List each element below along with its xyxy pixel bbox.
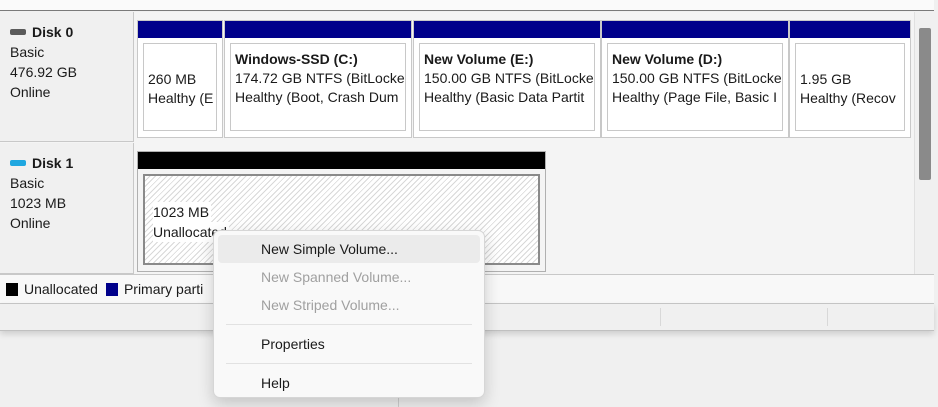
disk-1-status: Online	[10, 215, 51, 231]
volume-c[interactable]: Windows-SSD (C:) 174.72 GB NTFS (BitLock…	[224, 20, 412, 138]
status-divider	[827, 308, 828, 326]
disk-1-type: Basic	[10, 175, 45, 191]
disk-0-name: Disk 0	[10, 22, 133, 42]
status-divider	[660, 308, 661, 326]
disk-0-status: Online	[10, 84, 51, 100]
volume-efi[interactable]: 260 MB Healthy (E	[137, 20, 223, 138]
menu-separator	[226, 324, 472, 325]
menu-separator	[226, 363, 472, 364]
unallocated-bar	[138, 152, 545, 169]
volume-title: New Volume (D:)	[612, 51, 723, 67]
volume-size: 174.72 GB NTFS (BitLocke	[235, 70, 405, 86]
volume-status: Healthy (Page File, Basic I	[612, 89, 777, 105]
menu-item-new-striped-volume: New Striped Volume...	[261, 297, 400, 313]
menu-item-new-simple-volume[interactable]: New Simple Volume...	[218, 235, 480, 263]
volume-size: 150.00 GB NTFS (BitLocke	[424, 70, 594, 86]
disk-1-name: Disk 1	[10, 153, 133, 173]
volume-status: Healthy (Recov	[800, 90, 896, 106]
legend-primary: Primary parti	[123, 281, 204, 297]
disk-0-label[interactable]: Disk 0 Basic 476.92 GB Online	[0, 12, 134, 142]
list-pane-bottom-edge	[0, 0, 934, 11]
context-menu: New Simple Volume... New Spanned Volume.…	[213, 230, 485, 398]
menu-item-properties[interactable]: Properties	[218, 330, 480, 358]
primary-partition-bar	[790, 21, 910, 38]
volume-d[interactable]: New Volume (D:) 150.00 GB NTFS (BitLocke…	[601, 20, 789, 138]
volume-status: Healthy (E	[148, 90, 214, 106]
volume-size: 260 MB	[148, 71, 197, 87]
primary-partition-bar	[138, 21, 222, 38]
volume-size: 1.95 GB	[800, 71, 852, 87]
disk-1-size: 1023 MB	[10, 195, 67, 211]
drive-icon	[10, 29, 26, 35]
removable-drive-icon	[10, 160, 26, 166]
volume-recovery[interactable]: 1.95 GB Healthy (Recov	[789, 20, 911, 138]
scrollbar-thumb[interactable]	[919, 28, 931, 180]
vertical-scrollbar[interactable]	[914, 12, 935, 274]
volume-title: Windows-SSD (C:)	[235, 51, 358, 67]
menu-item-new-spanned-volume: New Spanned Volume...	[261, 269, 412, 285]
disk-0-size: 476.92 GB	[10, 64, 77, 80]
volume-title: New Volume (E:)	[424, 51, 534, 67]
primary-partition-bar	[602, 21, 788, 38]
menu-item-help[interactable]: Help	[218, 369, 480, 397]
unallocated-swatch	[6, 282, 18, 296]
volume-status: Healthy (Basic Data Partit	[424, 89, 585, 105]
volume-e[interactable]: New Volume (E:) 150.00 GB NTFS (BitLocke…	[413, 20, 601, 138]
primary-partition-bar	[414, 21, 600, 38]
legend-unallocated: Unallocated	[24, 281, 98, 297]
primary-partition-swatch	[105, 282, 118, 296]
volume-status: Healthy (Boot, Crash Dum	[235, 89, 399, 105]
volume-size: 150.00 GB NTFS (BitLocke	[612, 70, 782, 86]
disk-0-type: Basic	[10, 44, 45, 60]
primary-partition-bar	[225, 21, 411, 38]
disk-1-label[interactable]: Disk 1 Basic 1023 MB Online	[0, 143, 134, 274]
unallocated-size: 1023 MB	[153, 202, 212, 222]
